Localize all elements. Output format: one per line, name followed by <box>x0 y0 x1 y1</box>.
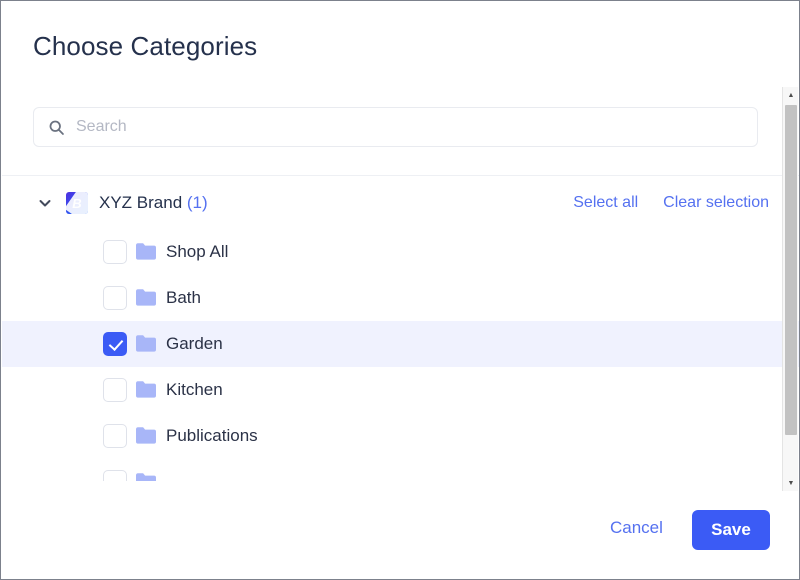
category-label: Garden <box>166 334 223 353</box>
list-item[interactable] <box>2 459 799 481</box>
folder-icon <box>136 381 156 398</box>
brand-name: XYZ Brand (1) <box>99 192 208 214</box>
brand-header-row: B XYZ Brand (1) Select all Clear selecti… <box>33 189 769 217</box>
brand-actions: Select all Clear selection <box>573 193 769 213</box>
list-item[interactable]: Publications <box>2 413 799 459</box>
brand-logo-letter: B <box>72 195 82 211</box>
brand-logo-icon: B <box>66 192 88 214</box>
search-input[interactable] <box>76 108 757 146</box>
category-label: Kitchen <box>166 380 223 399</box>
list-item[interactable]: Bath <box>2 275 799 321</box>
category-label: Shop All <box>166 242 229 261</box>
scroll-down-arrow-icon[interactable]: ▼ <box>783 475 799 491</box>
scrollbar-thumb[interactable] <box>785 105 797 435</box>
search-field[interactable] <box>33 107 758 147</box>
category-checkbox[interactable] <box>103 424 127 448</box>
choose-categories-dialog: Choose Categories B XYZ Brand (1) Select… <box>0 0 800 580</box>
folder-icon <box>136 427 156 444</box>
vertical-scrollbar[interactable]: ▲ ▼ <box>782 87 798 491</box>
clear-selection-button[interactable]: Clear selection <box>663 193 769 213</box>
category-checkbox[interactable] <box>103 240 127 264</box>
category-checkbox[interactable] <box>103 470 127 481</box>
category-list: Shop All Bath Garden Kitchen Publication… <box>2 229 799 481</box>
cancel-button[interactable]: Cancel <box>610 518 663 538</box>
folder-icon <box>136 473 156 481</box>
select-all-button[interactable]: Select all <box>573 193 638 213</box>
list-item[interactable]: Kitchen <box>2 367 799 413</box>
brand-selected-count: (1) <box>186 193 208 212</box>
search-icon <box>48 119 65 136</box>
folder-icon <box>136 243 156 260</box>
save-button[interactable]: Save <box>692 510 770 550</box>
list-item[interactable]: Garden <box>2 321 799 367</box>
category-checkbox[interactable] <box>103 332 127 356</box>
scroll-up-arrow-icon[interactable]: ▲ <box>783 87 799 103</box>
brand-name-text: XYZ Brand <box>99 193 183 212</box>
category-label: Publications <box>166 426 258 445</box>
category-checkbox[interactable] <box>103 286 127 310</box>
list-item[interactable]: Shop All <box>2 229 799 275</box>
page-title: Choose Categories <box>33 31 258 61</box>
folder-icon <box>136 289 156 306</box>
folder-icon <box>136 335 156 352</box>
header-divider <box>2 175 799 176</box>
chevron-down-icon[interactable] <box>37 195 53 211</box>
category-label: Bath <box>166 288 201 307</box>
category-checkbox[interactable] <box>103 378 127 402</box>
